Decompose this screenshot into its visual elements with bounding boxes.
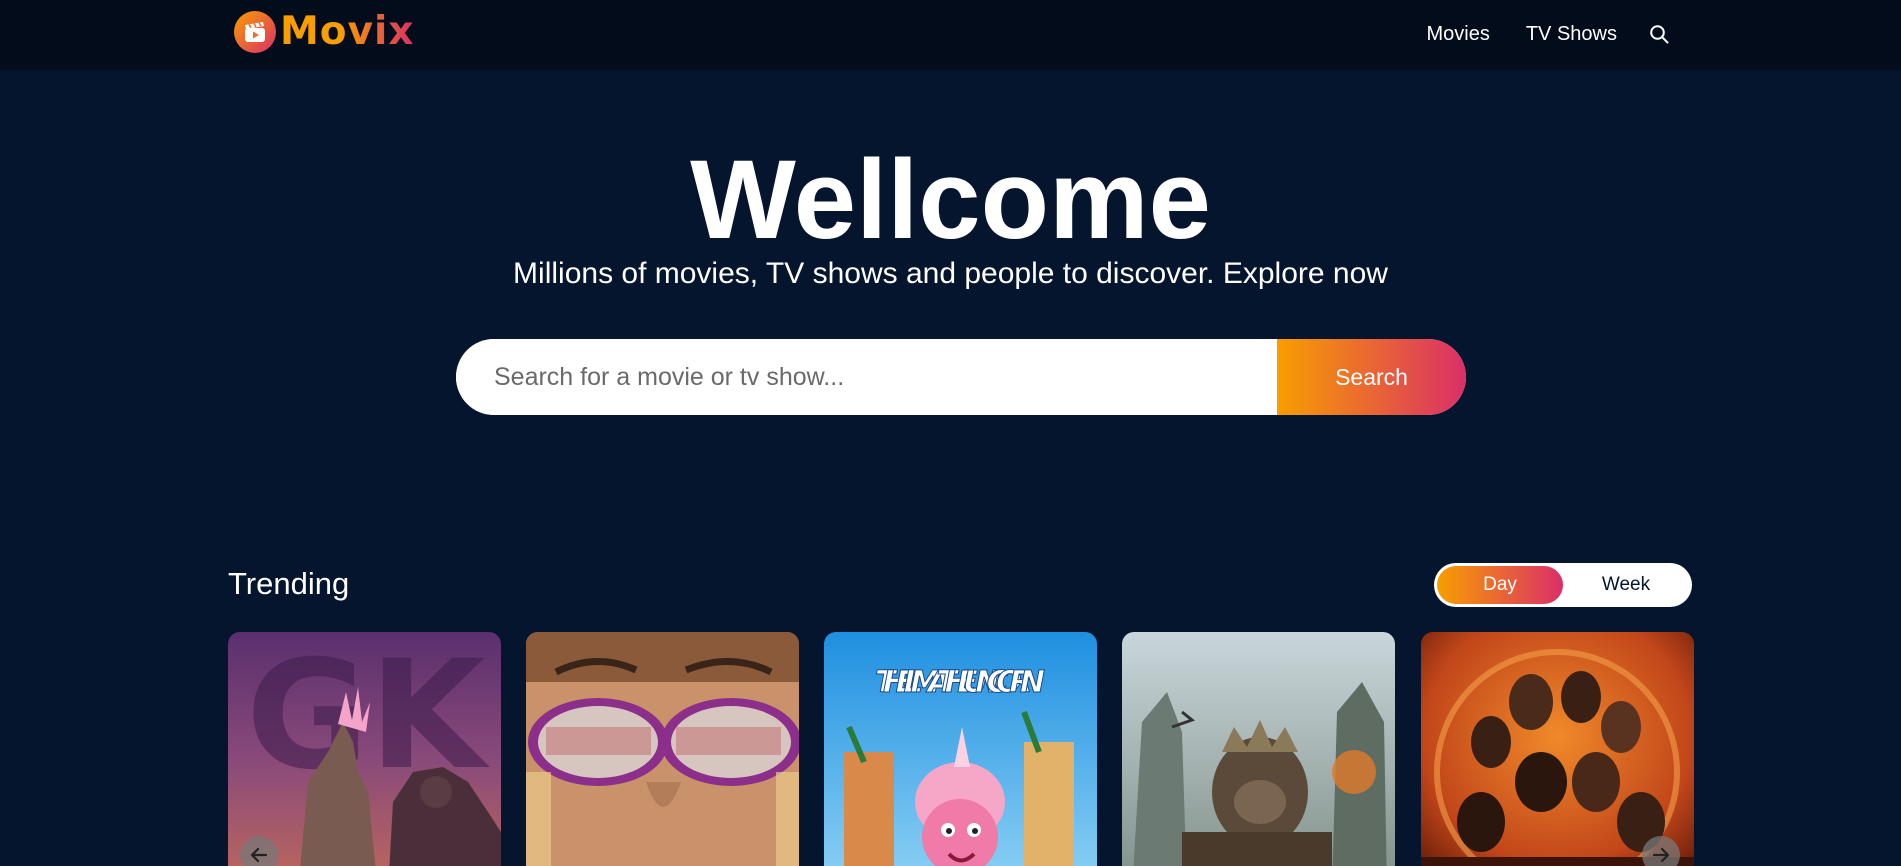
arrow-right-icon[interactable] (1642, 836, 1680, 866)
tab-day[interactable]: Day (1437, 566, 1563, 604)
tab-week[interactable]: Week (1563, 566, 1689, 604)
trending-title: Trending (228, 566, 350, 601)
nav-movies[interactable]: Movies (1408, 23, 1507, 46)
movie-poster[interactable]: THELMA THE UNICORN (824, 632, 1097, 866)
hero-search-bar: Search (456, 339, 1466, 415)
nav-tv-shows[interactable]: TV Shows (1508, 23, 1635, 46)
movie-poster[interactable]: GK (228, 632, 501, 866)
logo[interactable]: Movix (234, 10, 415, 54)
arrow-left-icon[interactable] (240, 836, 278, 866)
poster-art-text: THELMA THE UNICORN (875, 665, 1045, 700)
movie-poster[interactable] (1122, 632, 1395, 866)
search-icon[interactable] (1647, 22, 1671, 46)
trending-carousel: GK THELMA THE UNICORN (228, 632, 1694, 866)
movie-poster[interactable] (526, 632, 799, 866)
day-week-switch: Day Week (1434, 563, 1692, 607)
hero-title: Wellcome (690, 137, 1211, 262)
logo-text: Movix (280, 9, 415, 54)
main-nav: Movies TV Shows (1408, 0, 1671, 68)
clapperboard-icon (234, 11, 276, 53)
hero-subtitle: Millions of movies, TV shows and people … (513, 257, 1388, 290)
search-button[interactable]: Search (1277, 339, 1466, 415)
movie-poster[interactable] (1421, 632, 1694, 866)
site-header: Movix Movies TV Shows (0, 0, 1901, 70)
search-input[interactable] (456, 339, 1277, 415)
